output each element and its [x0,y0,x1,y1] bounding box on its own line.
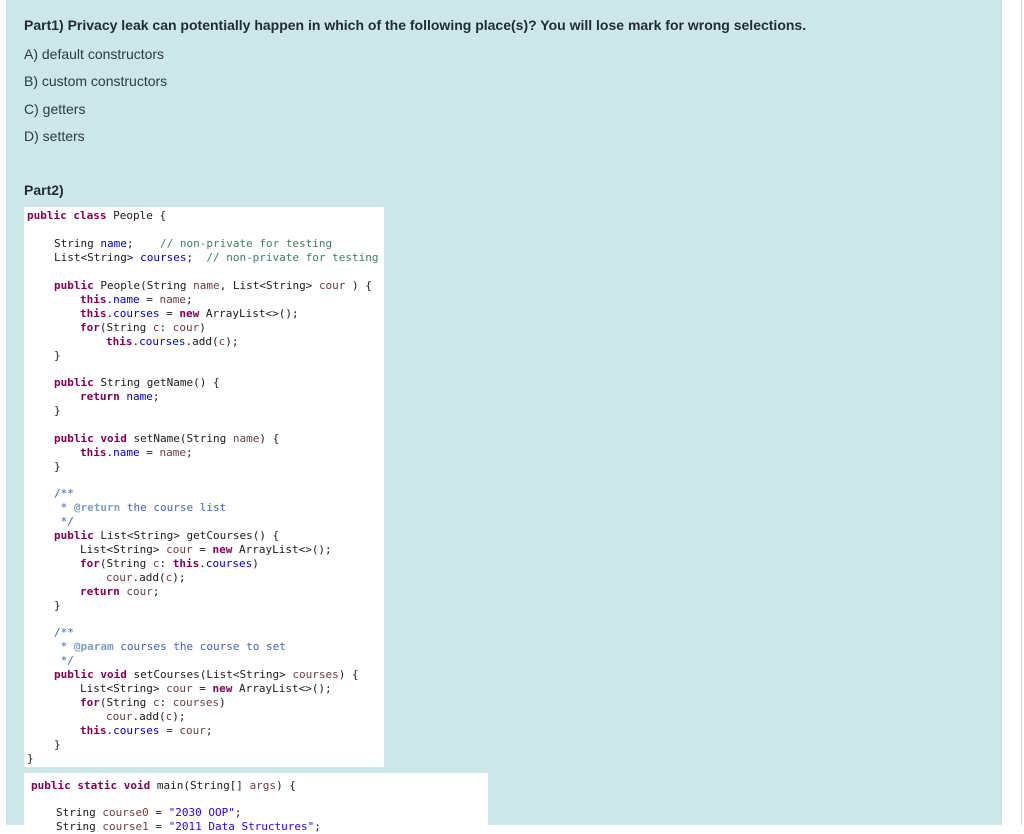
question-title: Part1) Privacy leak can potentially happ… [24,17,807,33]
option-a[interactable]: A) default constructors [24,46,164,62]
scrollbar-track[interactable] [1021,0,1022,825]
option-d[interactable]: D) setters [24,128,85,144]
people-class-code-image: public class People { String name; // no… [24,207,384,767]
question-panel: Part1) Privacy leak can potentially happ… [6,0,1002,833]
option-b[interactable]: B) custom constructors [24,73,167,89]
part2-heading: Part2) [24,182,64,198]
option-c[interactable]: C) getters [24,101,85,117]
main-method-code-image: public static void main(String[] args) {… [24,773,488,833]
